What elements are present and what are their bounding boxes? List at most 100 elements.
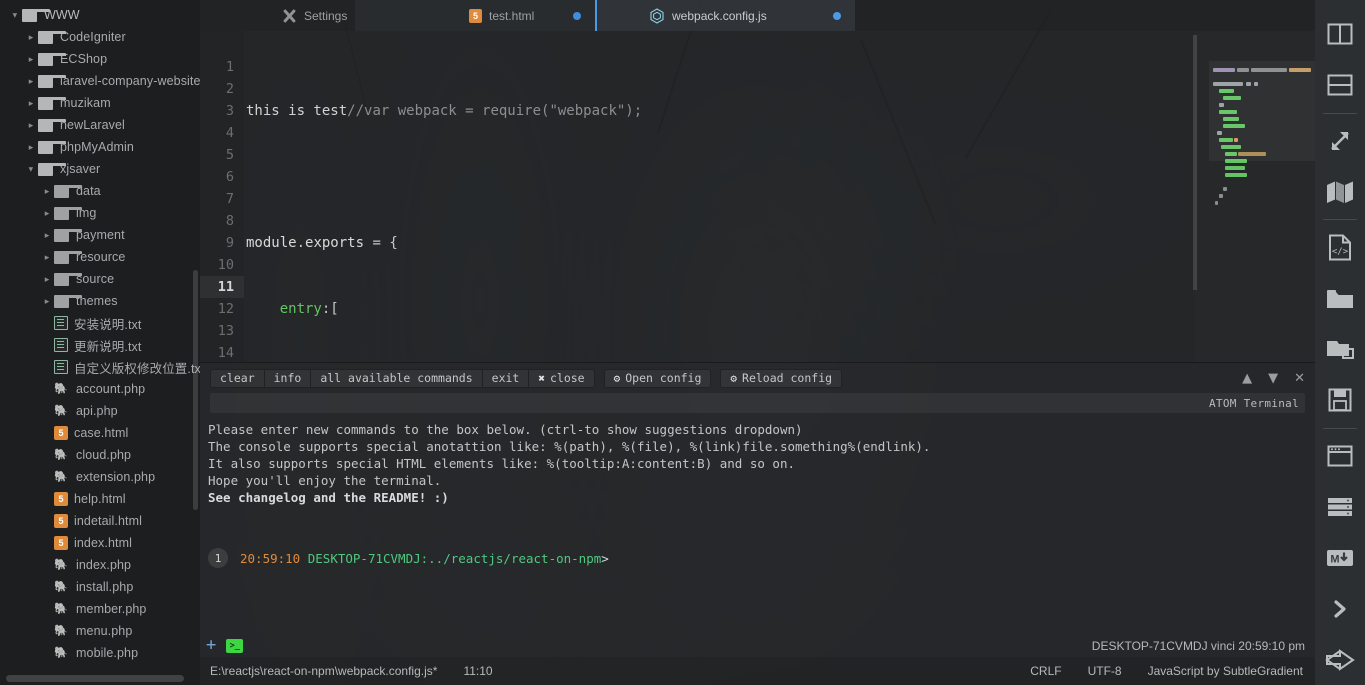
terminal-close-button[interactable]: ✖ close [528,368,595,388]
chevron-right-icon[interactable]: ▸ [24,32,38,42]
tree-item-data[interactable]: ▸ data [0,180,200,202]
gear-icon: ⚙ [730,371,738,385]
tab-label: test.html [489,8,535,23]
tree-item-indetail-html[interactable]: 5 indetail.html [0,510,200,532]
minimap[interactable] [1195,31,1315,362]
tree-item-newlaravel[interactable]: ▸ newLaravel [0,114,200,136]
tree-item-extension-php[interactable]: 🐘 extension.php [0,466,200,488]
chevron-right-icon[interactable]: ▸ [24,120,38,130]
terminal-changelog-line[interactable]: See changelog and the README! :) [208,489,1305,506]
tree-item-root[interactable]: ▸ WWW [0,4,200,26]
chevron-right-icon[interactable]: ▸ [40,230,54,240]
terminal-reload-config-button[interactable]: ⚙ Reload config [720,368,843,388]
line-number: 4 [225,125,234,141]
status-file-path[interactable]: E:\reactjs\react-on-npm\webpack.config.j… [210,664,437,678]
tree-item-cloud-php[interactable]: 🐘 cloud.php [0,444,200,466]
code-editor[interactable]: 12345678910111213141516 this is test//va… [200,31,1315,362]
tree-item-xjsaver[interactable]: ▸ xjsaver [0,158,200,180]
tree-item-codeigniter[interactable]: ▸ CodeIgniter [0,26,200,48]
tab-modified-indicator[interactable] [833,11,841,20]
status-line-ending[interactable]: CRLF [1030,664,1061,678]
chevron-right-icon[interactable]: ▸ [40,186,54,196]
chevron-right-icon[interactable]: ▸ [40,252,54,262]
tab-modified-indicator[interactable] [573,11,581,20]
tree-item-txt[interactable]: 安装说明.txt [0,312,200,334]
tree-item-label: api.php [76,404,118,418]
chevron-right-icon[interactable]: ▸ [24,98,38,108]
tree-item-payment[interactable]: ▸ payment [0,224,200,246]
split-pane-horizontal-icon[interactable] [1315,60,1365,111]
tree-item-txt[interactable]: 更新说明.txt [0,334,200,356]
sync-arrows-icon[interactable] [1315,634,1365,685]
chevron-down-icon[interactable]: ▸ [11,8,21,22]
status-encoding[interactable]: UTF-8 [1088,664,1122,678]
tab-webpack-config-js[interactable]: webpack.config.js [595,0,855,31]
code-content[interactable]: this is test//var webpack = require("web… [244,31,1315,362]
tree-item-case-html[interactable]: 5 case.html [0,422,200,444]
terminal-clear-button[interactable]: clear [210,368,264,388]
chevron-right-icon[interactable]: ▸ [40,208,54,218]
collapse-up-icon[interactable]: ▲ [1242,371,1252,386]
tree-item-account-php[interactable]: 🐘 account.php [0,378,200,400]
terminal-output[interactable]: Please enter new commands to the box bel… [200,413,1315,634]
server-icon[interactable] [1315,482,1365,533]
php-file-icon: 🐘 [54,404,68,417]
terminal-info-button[interactable]: info [263,368,311,388]
button-label: close [549,371,585,385]
terminal-panel[interactable]: clear info all available commands exit ✖… [200,362,1315,657]
code-file-icon[interactable]: </> [1315,222,1365,273]
terminal-prompt-row[interactable]: 1 20:59:10 DESKTOP-71CVMDJ:../reactjs/re… [208,548,1305,568]
tree-item-member-php[interactable]: 🐘 member.php [0,598,200,620]
tree-item-help-html[interactable]: 5 help.html [0,488,200,510]
tree-item-menu-php[interactable]: 🐘 menu.php [0,620,200,642]
chevron-right-icon[interactable]: ▸ [24,54,38,64]
expand-down-icon[interactable]: ▼ [1268,371,1278,386]
chevron-down-icon[interactable]: ▸ [27,162,37,176]
terminal-exit-button[interactable]: exit [481,368,529,388]
terminal-output-line: The console supports special anotattion … [208,439,931,454]
status-cursor-position[interactable]: 11:10 [463,664,492,678]
terminal-all-commands-button[interactable]: all available commands [310,368,482,388]
terminal-open-config-button[interactable]: ⚙ Open config [603,368,712,388]
tree-item-index-html[interactable]: 5 index.html [0,532,200,554]
save-icon[interactable] [1315,375,1365,426]
tree-item-img[interactable]: ▸ img [0,202,200,224]
chevron-right-icon[interactable]: ▸ [40,296,54,306]
shell-tab-chip[interactable]: >_ [226,638,244,653]
minimap-viewport-slider[interactable] [1209,61,1315,161]
map-icon[interactable] [1315,167,1365,218]
tree-item-txt[interactable]: 自定义版权修改位置.txt [0,356,200,378]
tree-horizontal-scrollbar[interactable] [6,675,184,682]
tree-vertical-scrollbar[interactable] [193,270,198,510]
chevron-right-icon[interactable]: ▸ [40,274,54,284]
chevron-right-icon[interactable] [1315,583,1365,634]
tab-test-html[interactable]: 5 test.html [355,0,595,31]
add-terminal-button[interactable]: + [206,637,216,654]
window-icon[interactable] [1315,431,1365,482]
tree-item-mobile-php[interactable]: 🐘 mobile.php [0,642,200,664]
tab-settings[interactable]: Settings [200,0,355,31]
status-grammar[interactable]: JavaScript by SubtleGradient [1148,664,1303,678]
tree-view-panel[interactable]: ▸ WWW ▸ CodeIgniter ▸ ECShop ▸ laravel-compan… [0,0,200,685]
tree-item-api-php[interactable]: 🐘 api.php [0,400,200,422]
folder-icon[interactable] [1315,273,1365,324]
tree-item-source[interactable]: ▸ source [0,268,200,290]
tree-item-themes[interactable]: ▸ themes [0,290,200,312]
split-pane-vertical-icon[interactable] [1315,9,1365,60]
chevron-right-icon[interactable]: ▸ [24,142,38,152]
tree-item-resource[interactable]: ▸ resource [0,246,200,268]
prompt-index-badge: 1 [208,548,228,568]
tree-item-ecshop[interactable]: ▸ ECShop [0,48,200,70]
resize-expand-icon[interactable] [1315,116,1365,167]
close-panel-icon[interactable]: ✕ [1294,371,1305,386]
line-number: 5 [225,147,234,163]
tree-item-phpmyadmin[interactable]: ▸ phpMyAdmin [0,136,200,158]
chevron-right-icon[interactable]: ▸ [24,76,38,86]
terminal-footer: + >_ DESKTOP-71CVMDJ vinci 20:59:10 pm [200,634,1315,657]
folder-open-icon[interactable] [1315,324,1365,375]
tree-item-index-php[interactable]: 🐘 index.php [0,554,200,576]
markdown-icon[interactable]: M [1315,532,1365,583]
tree-item-laravel-company-website[interactable]: ▸ laravel-company-website [0,70,200,92]
tree-item-install-php[interactable]: 🐘 install.php [0,576,200,598]
tree-item-muzikam[interactable]: ▸ muzikam [0,92,200,114]
